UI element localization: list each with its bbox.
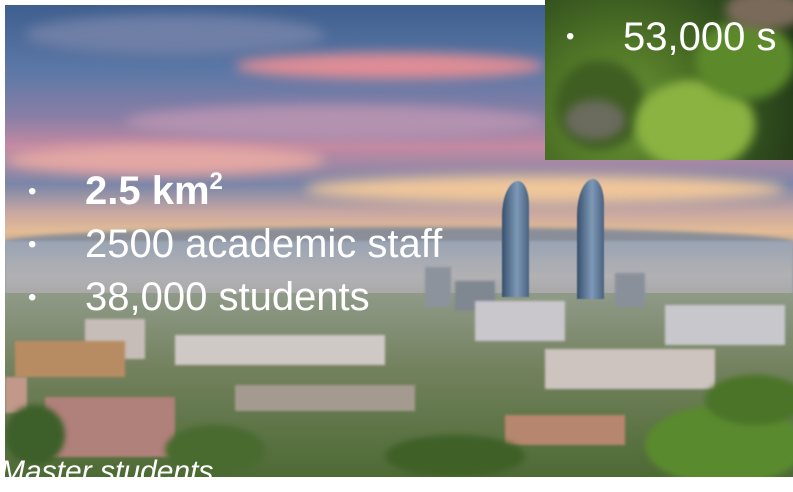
building [545, 349, 715, 389]
building [475, 301, 565, 341]
inset-bullet-text: 53,000 s [623, 15, 777, 59]
cloud [305, 175, 785, 203]
cloud [25, 15, 325, 55]
tree [385, 435, 525, 477]
tower-right [577, 179, 604, 299]
bullet-glyph: • [28, 231, 37, 258]
bullet-text: 2.5 km2 [85, 165, 223, 218]
bullet-glyph: • [28, 284, 37, 311]
area-value: 2.5 km [85, 169, 210, 213]
bullet-glyph: • [566, 23, 575, 50]
area-unit-exponent: 2 [209, 168, 223, 195]
building [505, 415, 625, 445]
cloud [235, 53, 545, 79]
cloud [125, 105, 545, 139]
building [235, 385, 415, 411]
cut-off-caption: Master students [0, 455, 214, 488]
building [615, 273, 645, 307]
building [45, 397, 175, 457]
foliage [565, 100, 625, 140]
building [665, 305, 785, 345]
tower-left [502, 181, 529, 297]
building [15, 341, 125, 377]
bullet-text: 2500 academic staff [85, 222, 443, 266]
bullet-text: 38,000 students [85, 275, 370, 319]
building [175, 335, 385, 365]
building [425, 267, 451, 307]
bullet-glyph: • [28, 178, 37, 205]
